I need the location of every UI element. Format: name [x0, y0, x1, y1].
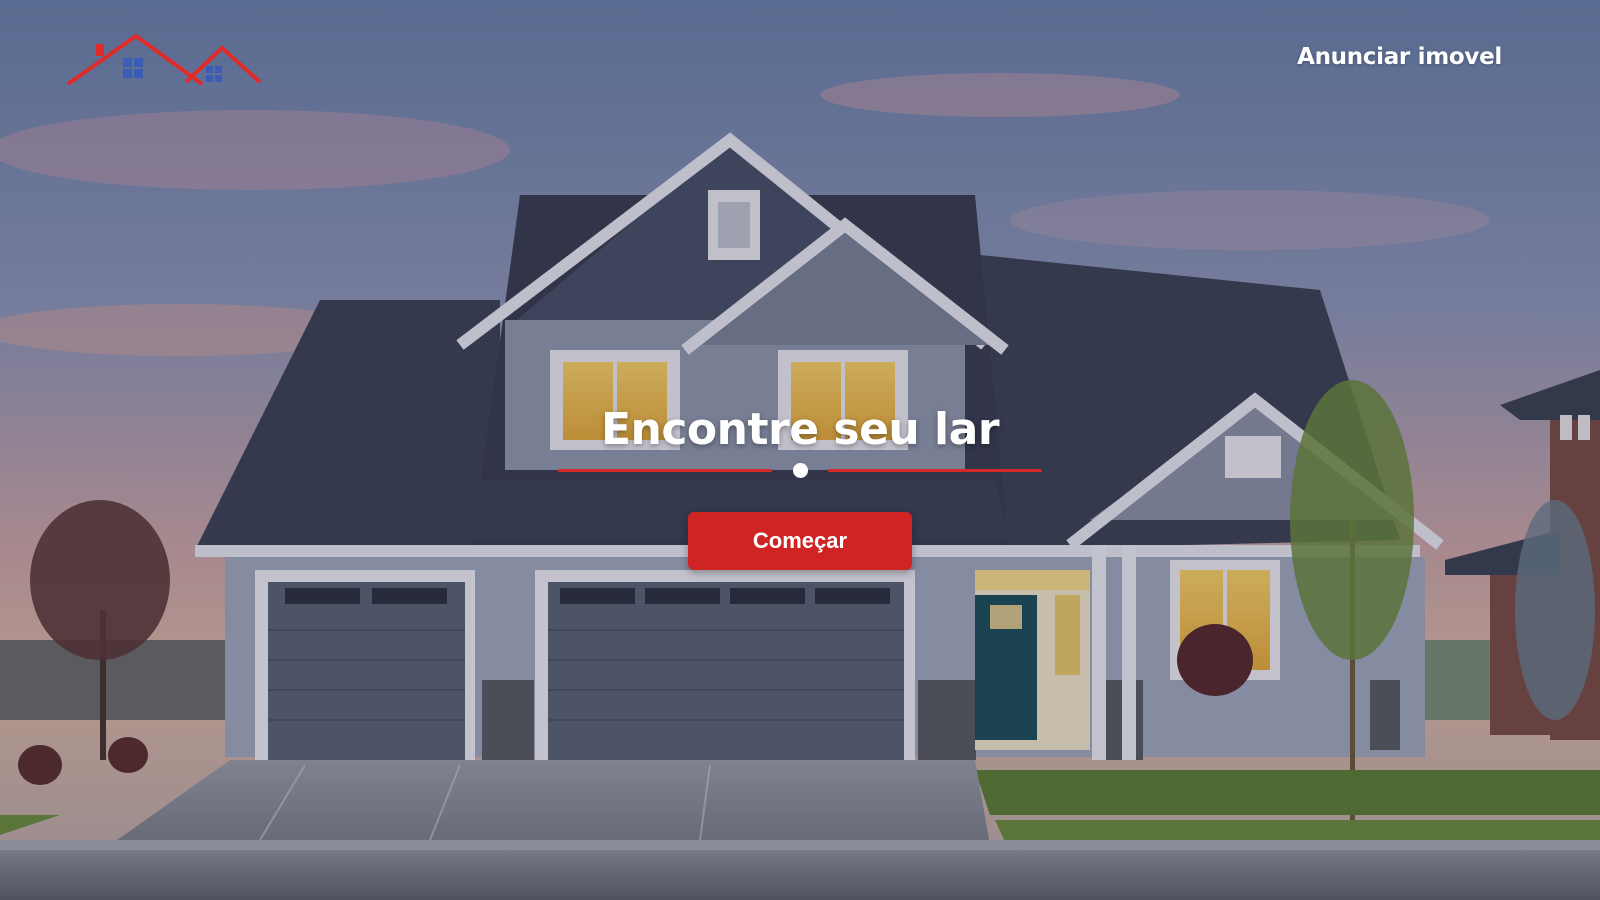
- divider-dot: [793, 462, 808, 478]
- house-roofs-logo-icon[interactable]: [66, 34, 262, 86]
- hero-content: Encontre seu lar Começar: [0, 404, 1600, 570]
- headline-divider: [558, 461, 1042, 479]
- hero-section: Anunciar imovel Encontre seu lar Começar: [0, 0, 1600, 900]
- hero-headline: Encontre seu lar: [600, 404, 1000, 455]
- divider-line-left: [558, 468, 772, 472]
- get-started-button[interactable]: Começar: [688, 511, 912, 570]
- divider-line-right: [828, 468, 1042, 472]
- advertise-property-link[interactable]: Anunciar imovel: [1297, 44, 1502, 70]
